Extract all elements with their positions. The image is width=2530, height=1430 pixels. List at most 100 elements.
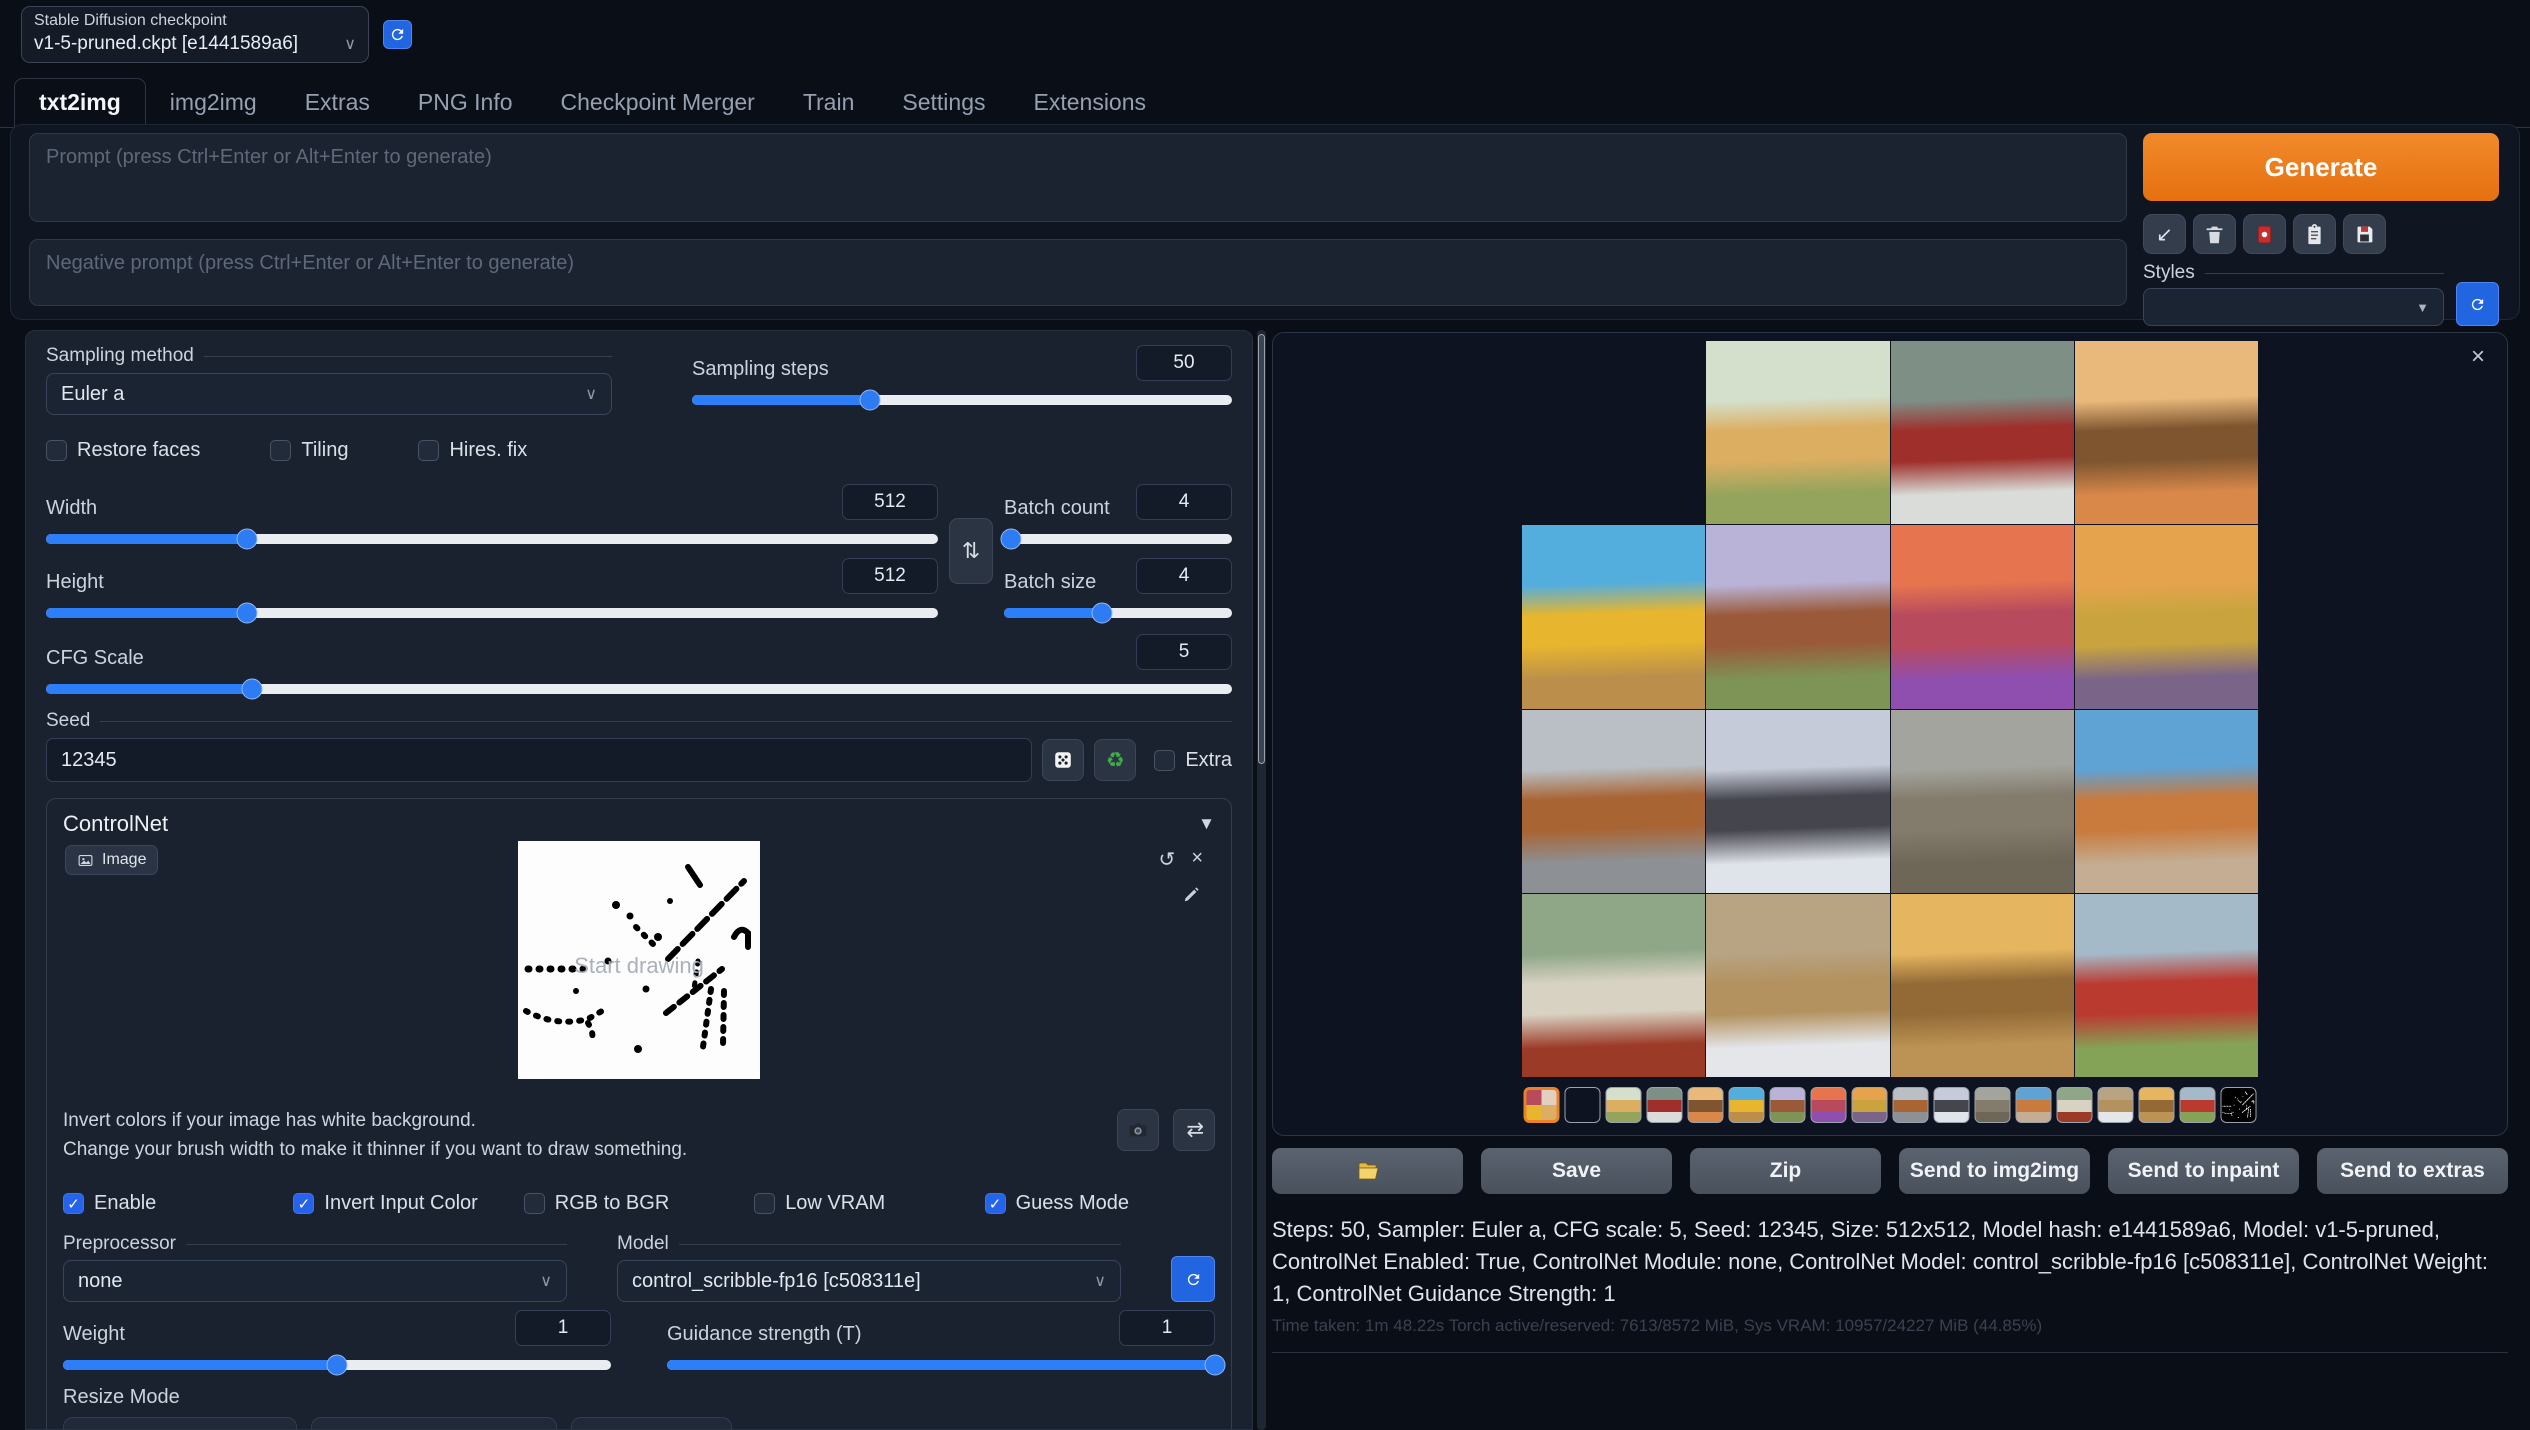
apply-styles-button[interactable] [2293, 214, 2336, 254]
guidance-strength-input[interactable]: 1 [1119, 1310, 1215, 1346]
random-seed-button[interactable] [1042, 739, 1084, 781]
batch-count-slider[interactable] [1004, 534, 1232, 544]
thumbnail-image-13[interactable] [2057, 1087, 2093, 1123]
tab-extensions[interactable]: Extensions [1010, 79, 1171, 127]
send-to-img2img-button[interactable]: Send to img2img [1899, 1148, 2090, 1194]
left-panel-scrollbar[interactable] [1257, 330, 1266, 1430]
thumbnail-image-6[interactable] [1770, 1087, 1806, 1123]
refresh-models-button[interactable] [1171, 1256, 1215, 1302]
gallery-image-16[interactable] [2075, 894, 2258, 1077]
thumbnail-image-3[interactable] [1647, 1087, 1683, 1123]
batch-count-input[interactable]: 4 [1136, 484, 1232, 520]
tab-img2img[interactable]: img2img [146, 79, 281, 127]
send-to-extras-button[interactable]: Send to extras [2317, 1148, 2508, 1194]
controlnet-image-tab[interactable]: Image [65, 845, 158, 875]
controlnet-enable-checkbox[interactable]: Enable [63, 1192, 293, 1215]
hires-fix-checkbox[interactable]: Hires. fix [418, 439, 527, 462]
tiling-checkbox[interactable]: Tiling [270, 439, 348, 462]
weight-slider[interactable] [63, 1360, 611, 1370]
thumbnail-image-8[interactable] [1852, 1087, 1888, 1123]
tab-checkpoint-merger[interactable]: Checkpoint Merger [537, 79, 779, 127]
thumbnail-image-15[interactable] [2139, 1087, 2175, 1123]
preprocessor-select[interactable]: none ∨ [63, 1260, 567, 1302]
guess-mode-checkbox[interactable]: Guess Mode [985, 1192, 1215, 1215]
read-parameters-button[interactable]: ↙ [2143, 214, 2186, 254]
undo-button[interactable]: ↺ [1159, 847, 1176, 872]
gallery-image-5[interactable] [1522, 525, 1705, 708]
thumbnail-scribble[interactable] [2221, 1087, 2257, 1123]
resize-mode-just-resize-radio[interactable]: Just Resize [571, 1417, 732, 1430]
width-slider[interactable] [46, 534, 938, 544]
thumbnail-image-9[interactable] [1893, 1087, 1929, 1123]
width-input[interactable]: 512 [842, 484, 938, 520]
scrollbar-thumb[interactable] [1258, 334, 1265, 764]
tab-train[interactable]: Train [779, 79, 879, 127]
gallery-image-14[interactable] [1706, 894, 1889, 1077]
webcam-button[interactable] [1117, 1109, 1159, 1151]
gallery-image-8[interactable] [2075, 525, 2258, 708]
gallery-image-11[interactable] [1891, 710, 2074, 893]
resize-mode-envelope-radio[interactable]: Envelope (Outer Fit) [63, 1417, 297, 1430]
controlnet-header[interactable]: ControlNet ▼ [63, 811, 1215, 837]
sampling-method-select[interactable]: Euler a ∨ [46, 373, 612, 415]
gallery-image-13[interactable] [1522, 894, 1705, 1077]
restore-faces-checkbox[interactable]: Restore faces [46, 439, 200, 462]
tab-txt2img[interactable]: txt2img [14, 78, 146, 128]
batch-size-input[interactable]: 4 [1136, 558, 1232, 594]
cfg-scale-input[interactable]: 5 [1136, 634, 1232, 670]
styles-select[interactable]: ▼ [2143, 288, 2444, 326]
open-folder-button[interactable] [1272, 1148, 1463, 1194]
gallery-image-4[interactable] [2075, 341, 2258, 524]
reuse-seed-button[interactable]: ♻ [1094, 739, 1136, 781]
sampling-steps-slider[interactable] [692, 395, 1232, 405]
batch-size-slider[interactable] [1004, 608, 1232, 618]
checkpoint-select[interactable]: Stable Diffusion checkpoint v1-5-pruned.… [21, 6, 369, 63]
height-input[interactable]: 512 [842, 558, 938, 594]
thumbnail-image-2[interactable] [1606, 1087, 1642, 1123]
send-to-inpaint-button[interactable]: Send to inpaint [2108, 1148, 2299, 1194]
zip-button[interactable]: Zip [1690, 1148, 1881, 1194]
controlnet-drawing-canvas[interactable]: Start drawing [518, 841, 760, 1079]
height-slider[interactable] [46, 608, 938, 618]
tab-settings[interactable]: Settings [878, 79, 1009, 127]
mirror-webcam-button[interactable]: ⇅ [1173, 1109, 1215, 1151]
generate-button[interactable]: Generate [2143, 133, 2499, 201]
clear-prompt-button[interactable] [2193, 214, 2236, 254]
guidance-strength-slider[interactable] [667, 1360, 1215, 1370]
prompt-input[interactable] [29, 133, 2127, 222]
invert-input-color-checkbox[interactable]: Invert Input Color [293, 1192, 523, 1215]
weight-input[interactable]: 1 [515, 1310, 611, 1346]
thumbnail-image-4[interactable] [1688, 1087, 1724, 1123]
low-vram-checkbox[interactable]: Low VRAM [754, 1192, 984, 1215]
refresh-checkpoints-button[interactable] [383, 20, 412, 49]
controlnet-model-select[interactable]: control_scribble-fp16 [c508311e] ∨ [617, 1260, 1121, 1302]
thumbnail-image-16[interactable] [2180, 1087, 2216, 1123]
thumbnail-image-12[interactable] [2016, 1087, 2052, 1123]
thumbnail-image-7[interactable] [1811, 1087, 1847, 1123]
gallery-close-button[interactable]: × [2471, 345, 2485, 369]
thumbnail-image-14[interactable] [2098, 1087, 2134, 1123]
cfg-scale-slider[interactable] [46, 684, 1232, 694]
clear-image-button[interactable]: × [1191, 847, 1203, 872]
gallery-image-6[interactable] [1706, 525, 1889, 708]
gallery-image-9[interactable] [1522, 710, 1705, 893]
thumbnail-image-10[interactable] [1934, 1087, 1970, 1123]
save-button[interactable]: Save [1481, 1148, 1672, 1194]
rgb-to-bgr-checkbox[interactable]: RGB to BGR [524, 1192, 754, 1215]
save-style-button[interactable] [2343, 214, 2386, 254]
refresh-styles-button[interactable] [2456, 282, 2499, 326]
seed-input[interactable]: 12345 [46, 738, 1032, 782]
thumbnail-image-11[interactable] [1975, 1087, 2011, 1123]
thumbnail-image-5[interactable] [1729, 1087, 1765, 1123]
tab-extras[interactable]: Extras [281, 79, 394, 127]
gallery-image-7[interactable] [1891, 525, 2074, 708]
resize-mode-scale-to-fit-radio[interactable]: Scale to Fit (Inner Fit) [311, 1417, 557, 1430]
gallery-image-12[interactable] [2075, 710, 2258, 893]
gallery-image-10[interactable] [1706, 710, 1889, 893]
swap-width-height-button[interactable]: ⇅ [949, 518, 993, 584]
brush-button[interactable] [1181, 885, 1201, 910]
thumbnail-grid-all[interactable] [1524, 1087, 1560, 1123]
gallery-image-2[interactable] [1706, 341, 1889, 524]
extra-seed-checkbox[interactable]: Extra [1154, 749, 1232, 772]
sampling-steps-input[interactable]: 50 [1136, 345, 1232, 381]
